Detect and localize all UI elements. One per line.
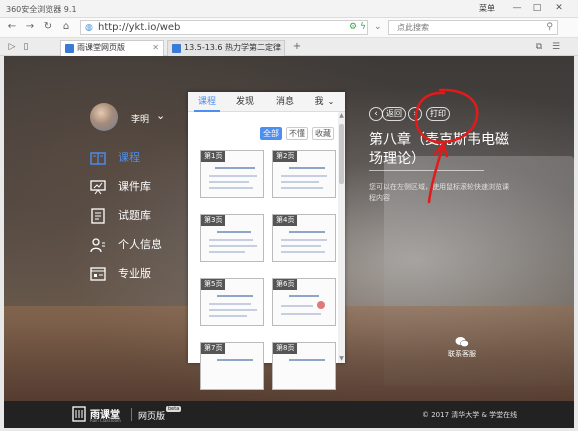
- search-placeholder: 点此搜索: [397, 23, 429, 32]
- slide-number: 第2页: [273, 151, 298, 162]
- forward-arrow-icon[interactable]: →: [24, 21, 36, 33]
- profile-icon: [90, 238, 105, 253]
- globe-icon: ◍: [85, 23, 93, 33]
- tab-close-icon[interactable]: ✕: [152, 41, 159, 55]
- filter-favorite-button[interactable]: 收藏: [312, 127, 334, 140]
- avatar[interactable]: [90, 103, 118, 131]
- print-button[interactable]: 打印: [426, 107, 450, 121]
- tab-messages[interactable]: 消息: [272, 92, 298, 112]
- slide-number: 第4页: [273, 215, 298, 226]
- window-frame-left: [0, 56, 4, 428]
- slide-number: 第3页: [201, 215, 226, 226]
- url-input[interactable]: ◍ http://ykt.io/web: [80, 20, 368, 35]
- slide-thumbnail[interactable]: 第8页: [272, 342, 336, 390]
- footer-separator: [131, 408, 132, 421]
- scroll-up-icon[interactable]: ▲: [338, 112, 345, 119]
- url-text: http://ykt.io/web: [98, 22, 181, 33]
- close-icon[interactable]: ✕: [552, 2, 566, 15]
- panel-tab-bar: 课程 发现 消息 我 ⌄: [188, 92, 345, 112]
- refresh-icon[interactable]: ↻: [42, 21, 54, 33]
- scroll-down-icon[interactable]: ▼: [338, 355, 345, 362]
- security-shield-icon[interactable]: ⚙: [349, 22, 357, 32]
- slide-thumbnail[interactable]: 第4页: [272, 214, 336, 262]
- dropdown-chevron-icon[interactable]: ⌄: [374, 22, 382, 32]
- ykt-logo-icon: [72, 406, 86, 422]
- footer-beta-badge: beta: [166, 406, 182, 412]
- panel-scrollbar[interactable]: ▲ ▼: [338, 112, 345, 363]
- tab-me-chevron-icon[interactable]: ⌄: [326, 92, 336, 112]
- tab-me[interactable]: 我: [312, 92, 326, 112]
- user-name[interactable]: 李明: [131, 112, 149, 125]
- browser-title-bar: 360安全浏览器 9.1 菜单 — □ ✕: [0, 0, 578, 18]
- slide-panel: 课程 发现 消息 我 ⌄ 全部 不懂 收藏 第1页 第2页 第3页 第4页 第5…: [188, 92, 345, 390]
- tab-list-icon[interactable]: ☰: [550, 41, 562, 53]
- slide-number: 第8页: [273, 343, 298, 354]
- slide-thumbnail[interactable]: 第7页: [200, 342, 264, 390]
- home-icon[interactable]: ⌂: [60, 21, 72, 33]
- nav-label: 试题库: [118, 209, 151, 222]
- chapter-hint: 您可以在左侧区域，使用鼠标滚轮快速浏览课程内容: [369, 183, 509, 202]
- ykt-favicon-icon: [65, 44, 74, 53]
- ppt-favicon-icon: [172, 44, 181, 53]
- slide-number: 第7页: [201, 343, 226, 354]
- page-footer: 雨课堂 Rain Classroom 网页版 beta © 2017 清华大学 …: [4, 401, 574, 428]
- tab-bar: ▷ ▯ 雨课堂网页版 ✕ 13.5-13.6 热力学第二定律 卡诺循 + ⧉ ☰: [0, 38, 578, 56]
- slide-thumbnail[interactable]: 第2页: [272, 150, 336, 198]
- browser-menu-button[interactable]: 菜单: [479, 3, 495, 14]
- minimize-icon[interactable]: —: [510, 2, 524, 15]
- slide-number: 第5页: [201, 279, 226, 290]
- course-icon: [90, 152, 106, 165]
- footer-copyright: © 2017 清华大学 & 学堂在线: [422, 411, 518, 419]
- courseware-icon: [90, 180, 106, 195]
- slide-thumbnail[interactable]: 第5页: [200, 278, 264, 326]
- slide-number: 第1页: [201, 151, 226, 162]
- new-tab-icon[interactable]: +: [291, 41, 303, 53]
- tab-course[interactable]: 课程: [194, 92, 220, 112]
- footer-brand-sub: Rain Classroom: [90, 418, 121, 423]
- slide-thumbnail[interactable]: 第1页: [200, 150, 264, 198]
- chapter-divider: [369, 170, 484, 171]
- slide-thumbnail[interactable]: 第3页: [200, 214, 264, 262]
- tab-label: 雨课堂网页版: [77, 43, 125, 52]
- tab-thermo[interactable]: 13.5-13.6 热力学第二定律 卡诺循: [167, 40, 285, 56]
- tab-label: 13.5-13.6 热力学第二定律 卡诺循: [184, 43, 284, 52]
- back-button[interactable]: 返回: [382, 107, 406, 121]
- restore-tabs-icon[interactable]: ⧉: [533, 41, 545, 53]
- bookmark-icon[interactable]: ▯: [20, 41, 32, 53]
- nav-label: 课程: [118, 151, 140, 164]
- maximize-icon[interactable]: □: [530, 2, 544, 15]
- scroll-thumb[interactable]: [339, 124, 344, 184]
- pro-icon: [90, 267, 106, 281]
- slide-thumbnail[interactable]: 第6页: [272, 278, 336, 326]
- browser-title: 360安全浏览器 9.1: [6, 5, 77, 14]
- sidebar-toggle-icon[interactable]: ▷: [6, 41, 18, 53]
- nav-label: 课件库: [118, 180, 151, 193]
- search-icon[interactable]: ⚲: [546, 21, 553, 34]
- tab-ykt-web[interactable]: 雨课堂网页版 ✕: [60, 40, 164, 56]
- speed-bolt-icon[interactable]: ϟ: [360, 22, 366, 32]
- footer-web-label: 网页版: [138, 412, 166, 422]
- prev-chevron-icon[interactable]: ‹: [369, 107, 383, 121]
- wechat-support[interactable]: 联系客服: [447, 336, 477, 359]
- address-bar: ← → ↻ ⌂ ◍ http://ykt.io/web ⚙ ϟ ⌄ 点此搜索 ⚲: [0, 18, 578, 38]
- search-input[interactable]: 点此搜索 ⚲: [388, 20, 558, 35]
- wechat-label: 联系客服: [448, 350, 476, 358]
- chevron-down-icon[interactable]: ⌄: [156, 109, 165, 122]
- back-arrow-icon[interactable]: ←: [6, 21, 18, 33]
- window-frame-right: [574, 56, 578, 428]
- nav-label: 个人信息: [118, 238, 162, 251]
- wechat-icon: [455, 337, 469, 347]
- slide-number: 第6页: [273, 279, 298, 290]
- ykt-web-page: 李明 ⌄ 课程 课件库 试题库 个人信息 专业版 课程 发现 消息 我 ⌄ 全部…: [4, 56, 574, 428]
- question-bank-icon: [91, 208, 105, 224]
- chapter-title: 第八章（麦克斯韦电磁场理论）: [369, 132, 509, 167]
- nav-label: 专业版: [118, 267, 151, 280]
- filter-unclear-button[interactable]: 不懂: [286, 127, 308, 140]
- tab-discover[interactable]: 发现: [232, 92, 258, 112]
- next-chevron-icon[interactable]: ›: [408, 107, 422, 121]
- filter-all-button[interactable]: 全部: [260, 127, 282, 140]
